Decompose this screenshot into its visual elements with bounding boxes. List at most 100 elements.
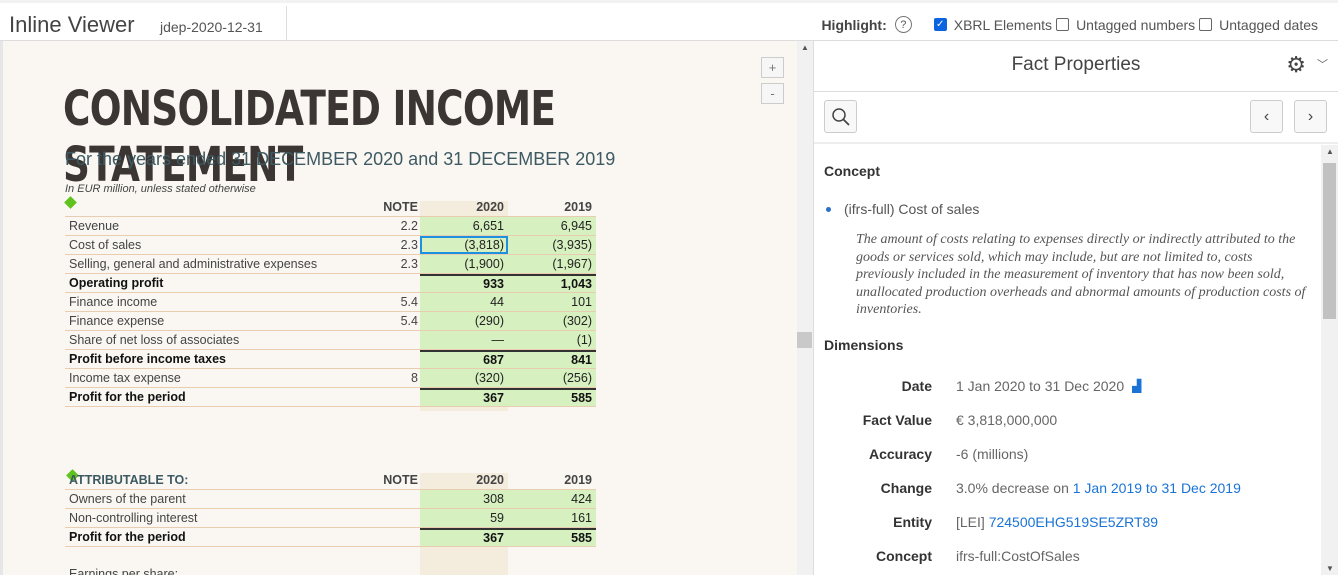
document-viewer[interactable]: + - CONSOLIDATED INCOME STATEMENT For th… [0,41,797,575]
row-note: 2.3 [400,257,418,271]
year-2020-header: 2020 [476,200,504,214]
fact-2019[interactable]: 1,043 [508,274,596,292]
untagged-numbers-label[interactable]: Untagged numbers [1076,17,1195,33]
fact-2019[interactable]: (3,935) [508,236,596,254]
fact-2020[interactable]: (290) [420,312,508,330]
fact-2020[interactable]: 933 [420,274,508,292]
fact-2019[interactable]: 101 [508,293,596,311]
zoom-in-button[interactable]: + [761,57,784,78]
fact-2020[interactable]: 44 [420,293,508,311]
fact-2020[interactable]: 59 [420,509,508,527]
table-row: Income tax expense 8 (320) (256) [65,369,596,388]
fact-2020[interactable]: 367 [420,388,508,406]
app-name: Inline Viewer [9,12,135,37]
fact-2019[interactable]: (302) [508,312,596,330]
zoom-out-button[interactable]: - [761,83,784,104]
panel-scrollbar[interactable]: ▲ ▼ [1321,145,1338,575]
table-row: Revenue 2.2 6,651 6,945 [65,217,596,236]
fact-2019[interactable]: (1) [508,331,596,349]
table-header: NOTE 2020 2019 [65,198,596,217]
change-period-link[interactable]: 1 Jan 2019 to 31 Dec 2019 [1073,480,1241,496]
fact-2020[interactable]: — [420,331,508,349]
statement-subtitle: For the years ended 31 DECEMBER 2020 and… [65,149,616,169]
help-icon[interactable]: ? [894,16,912,33]
table-row: Finance expense 5.4 (290) (302) [65,312,596,331]
untagged-dates-label[interactable]: Untagged dates [1219,17,1318,33]
attributable-heading: ATTRIBUTABLE TO: [69,473,189,487]
scrollbar-thumb[interactable] [797,332,812,348]
row-label: Revenue [69,219,120,233]
fact-2020[interactable]: (3,818) [420,236,508,254]
scroll-down-icon[interactable]: ▼ [1326,564,1334,573]
fact-2020[interactable]: 367 [420,528,508,546]
fact-2019[interactable]: 161 [508,509,596,527]
change-row: Change 3.0% decrease on 1 Jan 2019 to 31 … [880,479,1241,496]
viewer-scrollbar[interactable]: ▲ [797,41,813,575]
document-tab[interactable]: jdep-2020-12-31 [160,19,263,35]
xbrl-elements-checkbox[interactable]: ✓ [933,18,947,31]
fact-details: Concept (ifrs-full) Cost of sales The am… [814,145,1320,575]
row-label: Share of net loss of associates [69,333,240,347]
fact-2019[interactable]: 585 [508,528,596,546]
chevron-down-icon[interactable]: ﹀ [1317,41,1328,89]
previous-fact-button[interactable]: ‹ [1250,100,1283,133]
income-table: NOTE 2020 2019 Revenue 2.2 6,651 6,945 Cost … [65,198,596,407]
accuracy-row: Accuracy -6 (millions) [868,445,1029,462]
year-2019-header: 2019 [564,473,592,487]
row-label: Finance expense [69,314,165,328]
scroll-up-icon[interactable]: ▲ [1326,147,1334,156]
fact-2020[interactable]: 308 [420,490,508,508]
row-label: Profit for the period [69,530,186,544]
fact-2019[interactable]: 841 [508,350,596,368]
fact-2019[interactable]: 585 [508,388,596,406]
search-button[interactable] [824,100,857,133]
row-label: Profit for the period [69,390,186,404]
fact-2019[interactable]: 6,945 [508,217,596,235]
divider [286,6,287,44]
xbrl-elements-label[interactable]: XBRL Elements [954,17,1052,33]
year-2020-header: 2020 [476,473,504,487]
fact-2019[interactable]: 424 [508,490,596,508]
concept-heading: Concept [824,163,880,179]
fact-2019[interactable]: (1,967) [508,255,596,273]
row-note: 2.2 [400,219,418,233]
fact-value-row: Fact Value € 3,818,000,000 [862,411,1058,428]
fact-properties-panel: Fact Properties ⚙ ﹀ ‹ › Concept (ifrs-fu… [813,41,1338,575]
fact-2020[interactable]: 6,651 [420,217,508,235]
row-note: 2.3 [400,238,418,252]
concept-row: Concept ifrs-full:CostOfSales [876,547,1080,564]
scrollbar-thumb[interactable] [1323,163,1336,319]
entity-link[interactable]: 724500EHG519SE5ZRT89 [989,514,1158,530]
table-row: Profit before income taxes 687 841 [65,350,596,369]
scroll-up-icon[interactable]: ▲ [801,43,809,52]
panel-toolbar: ‹ › [814,92,1338,144]
untagged-dates-checkbox[interactable] [1199,18,1213,31]
table-row: Profit for the period 367 585 [65,388,596,407]
gear-icon[interactable]: ⚙ [1286,41,1306,89]
table-row: Operating profit 933 1,043 [65,274,596,293]
fact-2019[interactable]: (256) [508,369,596,387]
year-2019-header: 2019 [564,200,592,214]
chart-icon[interactable]: ▟ [1132,379,1141,393]
fact-2020[interactable]: 687 [420,350,508,368]
row-note: 5.4 [400,295,418,309]
date-row: Date 1 Jan 2020 to 31 Dec 2020 ▟ [901,377,1142,394]
row-note: 8 [411,371,418,385]
panel-title: Fact Properties [1011,54,1141,75]
table-header: ATTRIBUTABLE TO: NOTE 2020 2019 [65,471,596,490]
fact-2020[interactable]: (1,900) [420,255,508,273]
table-row: Owners of the parent 308 424 [65,490,596,509]
table-row: Share of net loss of associates — (1) [65,331,596,350]
untagged-numbers-checkbox[interactable] [1056,18,1070,31]
concept-description: The amount of costs relating to expenses… [856,232,1306,317]
concept-item: (ifrs-full) Cost of sales [826,201,1310,217]
row-label: Profit before income taxes [69,352,226,366]
panel-header: Fact Properties ⚙ ﹀ [814,41,1338,92]
table-row: Finance income 5.4 44 101 [65,293,596,312]
table-row: Non-controlling interest 59 161 [65,509,596,528]
row-note: 5.4 [400,314,418,328]
fact-2020[interactable]: (320) [420,369,508,387]
next-fact-button[interactable]: › [1294,100,1327,133]
statement-title: CONSOLIDATED INCOME STATEMENT [63,81,556,193]
table-row: Profit for the period 367 585 [65,528,596,547]
